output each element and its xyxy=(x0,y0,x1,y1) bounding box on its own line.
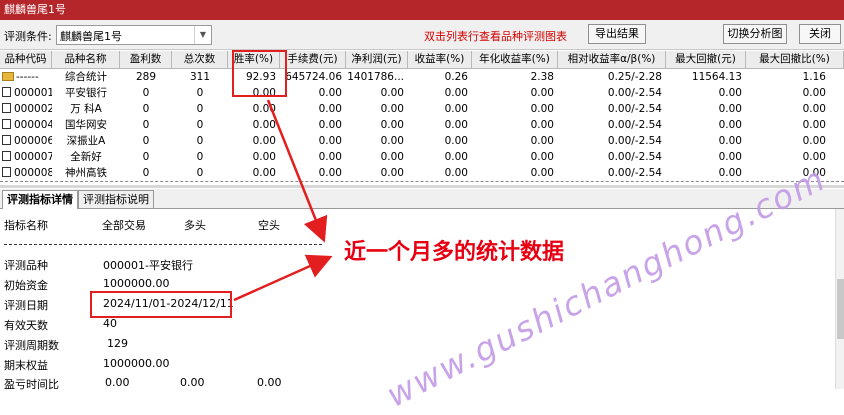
annotation-arrows xyxy=(233,99,333,302)
annotation-text: 近一个月多的统计数据 xyxy=(344,239,565,265)
arrow-up xyxy=(233,254,333,302)
arrow-down xyxy=(266,99,328,243)
